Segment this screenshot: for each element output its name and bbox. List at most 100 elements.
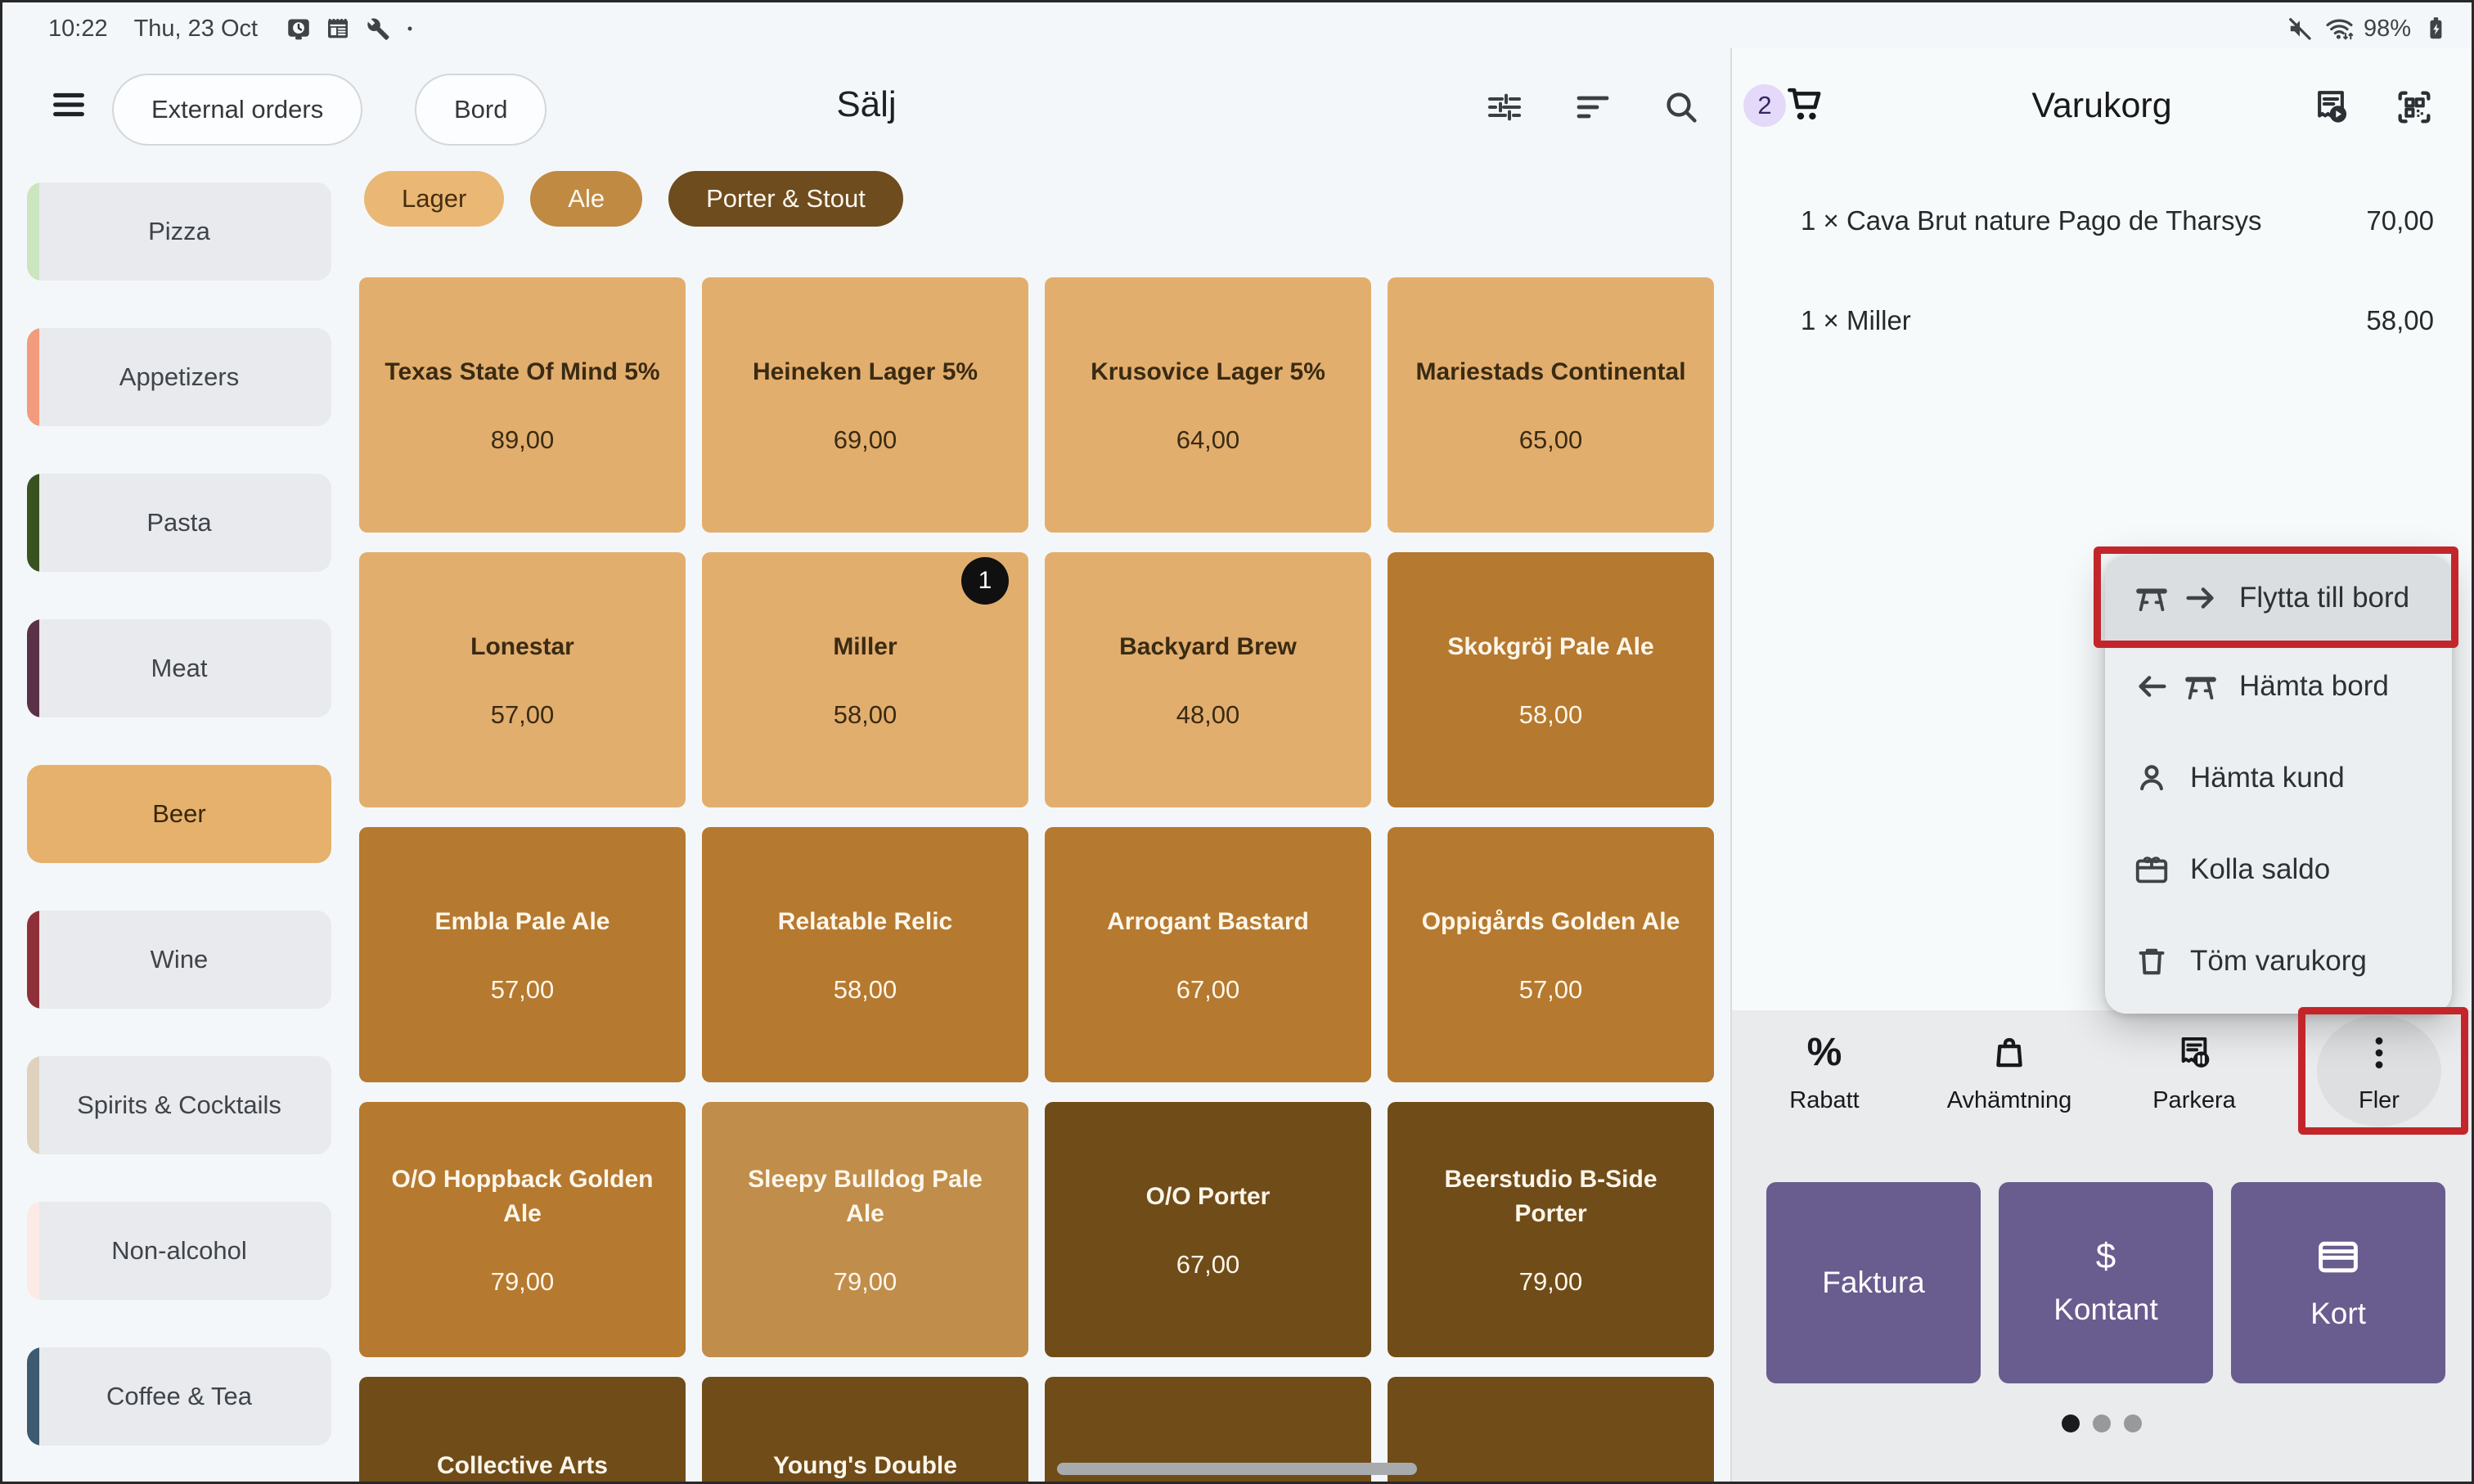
- product-tile-oppigårds-golden-ale[interactable]: Oppigårds Golden Ale57,00: [1388, 827, 1714, 1082]
- percent-icon: %: [1807, 1032, 1842, 1074]
- filter-chip-lager[interactable]: Lager: [364, 171, 504, 227]
- giftcard-icon: [2133, 851, 2170, 888]
- pay-button-kort[interactable]: Kort: [2231, 1182, 2445, 1383]
- battery-percent: 98%: [2364, 16, 2411, 43]
- tune-button[interactable]: [1485, 88, 1524, 127]
- product-price: 64,00: [1176, 425, 1240, 455]
- product-name: Texas State Of Mind 5%: [385, 355, 659, 389]
- product-tile[interactable]: [1388, 1377, 1714, 1484]
- product-tile-beerstudio-b-side-porter[interactable]: Beerstudio B-Side Porter79,00: [1388, 1102, 1714, 1357]
- sidebar-item-pasta[interactable]: Pasta: [27, 474, 331, 572]
- wrench-icon: [362, 14, 392, 43]
- menu-item-label: Kolla saldo: [2190, 853, 2330, 886]
- cart-item-name: 1 × Cava Brut nature Pago de Tharsys: [1801, 205, 2366, 236]
- product-name: Oppigårds Golden Ale: [1422, 905, 1680, 939]
- percent-icon: %: [1807, 1032, 1842, 1074]
- cart-item-cava-brut-nature-pago-de-tharsys[interactable]: 1 × Cava Brut nature Pago de Tharsys70,0…: [1732, 171, 2472, 271]
- menu-item-kolla-saldo[interactable]: Kolla saldo: [2105, 824, 2452, 915]
- main-header: External orders Bord Sälj: [2, 48, 1730, 156]
- cart-item-miller[interactable]: 1 × Miller58,00: [1732, 271, 2472, 371]
- category-color-strip: [27, 1202, 39, 1300]
- product-tile-collective-arts[interactable]: Collective Arts: [359, 1377, 686, 1484]
- sidebar-item-non-alcohol[interactable]: Non-alcohol: [27, 1202, 331, 1300]
- sidebar-item-spirits-cocktails[interactable]: Spirits & Cocktails: [27, 1056, 331, 1154]
- product-tile-embla-pale-ale[interactable]: Embla Pale Ale57,00: [359, 827, 686, 1082]
- gesture-bar[interactable]: [1057, 1463, 1417, 1475]
- cart-item-list: 1 × Cava Brut nature Pago de Tharsys70,0…: [1732, 171, 2472, 371]
- pay-button-kontant[interactable]: $Kontant: [1999, 1182, 2213, 1383]
- search-button[interactable]: [1662, 88, 1701, 127]
- action-label: Rabatt: [1789, 1087, 1859, 1114]
- bord-button[interactable]: Bord: [415, 74, 547, 146]
- product-tile-o-o-porter[interactable]: O/O Porter67,00: [1045, 1102, 1371, 1357]
- filter-chip-porter-stout[interactable]: Porter & Stout: [668, 171, 903, 227]
- menu-item-label: Töm varukorg: [2190, 945, 2367, 978]
- bord-label: Bord: [454, 95, 507, 124]
- product-tile-backyard-brew[interactable]: Backyard Brew48,00: [1045, 552, 1371, 807]
- category-label: Coffee & Tea: [106, 1382, 252, 1411]
- product-name: Arrogant Bastard: [1107, 905, 1309, 939]
- product-price: 67,00: [1176, 975, 1240, 1005]
- sidebar-item-appetizers[interactable]: Appetizers: [27, 328, 331, 426]
- product-tile-o-o-hoppback-golden-ale[interactable]: O/O Hoppback Golden Ale79,00: [359, 1102, 686, 1357]
- product-tile-texas-state-of-mind-5[interactable]: Texas State Of Mind 5%89,00: [359, 277, 686, 533]
- resume-receipt-button[interactable]: [2310, 86, 2352, 128]
- pay-button-faktura[interactable]: Faktura: [1766, 1182, 1981, 1383]
- sidebar-item-coffee-tea[interactable]: Coffee & Tea: [27, 1347, 331, 1446]
- hamburger-menu-button[interactable]: [50, 86, 88, 124]
- page-dot-3[interactable]: [2124, 1414, 2142, 1432]
- menu-item-flytta-till-bord[interactable]: Flytta till bord: [2105, 555, 2452, 641]
- action-fler[interactable]: Fler: [2287, 1010, 2472, 1148]
- product-name: Heineken Lager 5%: [753, 355, 978, 389]
- category-label: Meat: [151, 654, 208, 683]
- action-rabatt[interactable]: % Rabatt: [1732, 1010, 1917, 1148]
- product-price: 58,00: [834, 700, 897, 730]
- product-name: Miller: [833, 630, 897, 664]
- sidebar-item-beer[interactable]: Beer: [27, 765, 331, 863]
- category-label: Non-alcohol: [111, 1236, 246, 1266]
- filter-chips: Lager Ale Porter & Stout: [364, 171, 903, 227]
- product-tile-skokgröj-pale-ale[interactable]: Skokgröj Pale Ale 58,00: [1388, 552, 1714, 807]
- product-tile-relatable-relic[interactable]: Relatable Relic58,00: [702, 827, 1028, 1082]
- category-label: Pizza: [148, 217, 210, 246]
- product-tile-heineken-lager-5[interactable]: Heineken Lager 5%69,00: [702, 277, 1028, 533]
- product-price: 79,00: [491, 1267, 555, 1297]
- product-tile-young-s-double[interactable]: Young's Double: [702, 1377, 1028, 1484]
- menu-item-hämta-kund[interactable]: Hämta kund: [2105, 732, 2452, 824]
- battery-icon: [2419, 13, 2450, 44]
- menu-item-töm-varukorg[interactable]: Töm varukorg: [2105, 915, 2452, 1007]
- product-price: 58,00: [1519, 700, 1583, 730]
- sort-button[interactable]: [1573, 88, 1613, 127]
- product-tile-sleepy-bulldog-pale-ale[interactable]: Sleepy Bulldog Pale Ale79,00: [702, 1102, 1028, 1357]
- product-price: 79,00: [1519, 1267, 1583, 1297]
- product-tile-miller[interactable]: Miller58,001: [702, 552, 1028, 807]
- product-price: 57,00: [491, 975, 555, 1005]
- menu-item-hämta-bord[interactable]: Hämta bord: [2105, 641, 2452, 732]
- page-dot-1[interactable]: [2062, 1414, 2080, 1432]
- product-tile-arrogant-bastard[interactable]: Arrogant Bastard 67,00: [1045, 827, 1371, 1082]
- page-dots: [1732, 1414, 2472, 1432]
- table-icon: [2133, 579, 2170, 617]
- category-color-strip: [27, 328, 39, 426]
- category-label: Pasta: [146, 508, 211, 537]
- category-color-strip: [27, 474, 39, 572]
- cart-action-row: % Rabatt AvhämtningParkeraFler: [1732, 1010, 2472, 1148]
- category-label: Beer: [152, 799, 205, 829]
- sidebar-item-wine[interactable]: Wine: [27, 911, 331, 1009]
- action-avhämtning[interactable]: Avhämtning: [1917, 1010, 2102, 1148]
- product-name: Skokgröj Pale Ale: [1447, 630, 1653, 664]
- cart-count-badge: 2: [1743, 84, 1786, 127]
- product-tile-mariestads-continental[interactable]: Mariestads Continental65,00: [1388, 277, 1714, 533]
- product-name: O/O Porter: [1146, 1180, 1271, 1214]
- trash-icon: [2133, 942, 2170, 980]
- qr-scan-button[interactable]: [2393, 86, 2436, 128]
- external-orders-button[interactable]: External orders: [112, 74, 362, 146]
- sidebar-item-meat[interactable]: Meat: [27, 619, 331, 717]
- cart-item-price: 70,00: [2366, 205, 2434, 236]
- action-parkera[interactable]: Parkera: [2102, 1010, 2287, 1148]
- product-tile-krusovice-lager-5[interactable]: Krusovice Lager 5%64,00: [1045, 277, 1371, 533]
- product-tile-lonestar[interactable]: Lonestar57,00: [359, 552, 686, 807]
- page-dot-2[interactable]: [2093, 1414, 2111, 1432]
- filter-chip-ale[interactable]: Ale: [530, 171, 642, 227]
- sidebar-item-pizza[interactable]: Pizza: [27, 182, 331, 281]
